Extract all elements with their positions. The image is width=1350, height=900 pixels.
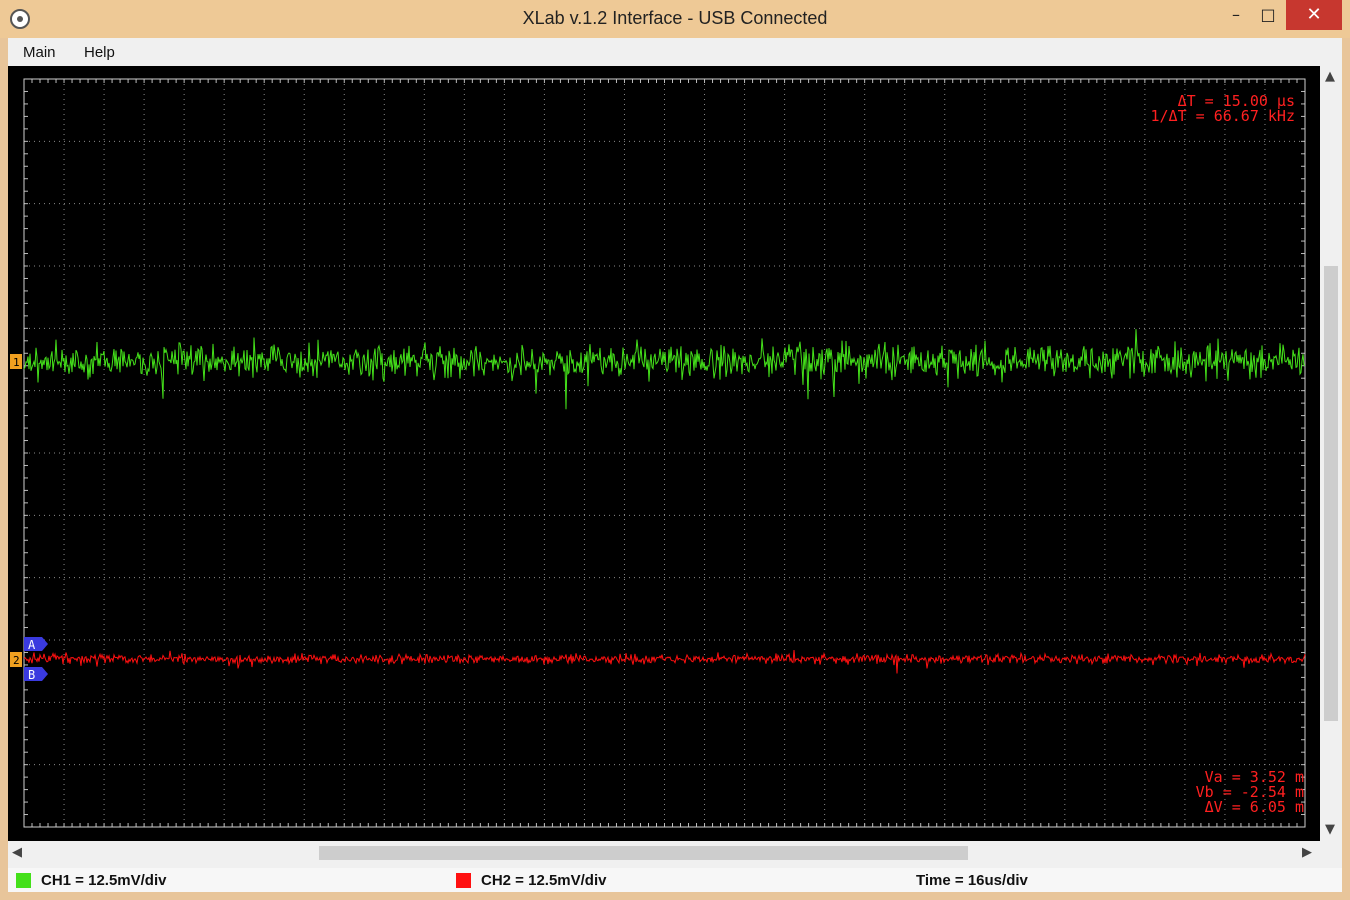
- client-area: Main Help 1 2 A B ΔT = 15.00 μs 1/ΔT = 6…: [8, 38, 1342, 892]
- svg-text:A: A: [28, 638, 36, 652]
- scroll-up-arrow-icon[interactable]: ▲: [1325, 69, 1335, 84]
- svg-text:2: 2: [13, 654, 20, 667]
- menu-bar: Main Help: [8, 38, 1342, 66]
- svg-text:1: 1: [13, 356, 20, 369]
- app-window: XLab v.1.2 Interface - USB Connected – □…: [0, 0, 1350, 900]
- scroll-left-arrow-icon[interactable]: ◀: [12, 845, 22, 860]
- ch2-marker[interactable]: 2: [10, 652, 22, 667]
- scope-grid: [23, 78, 1306, 828]
- menu-main[interactable]: Main: [23, 44, 56, 61]
- vertical-scrollbar[interactable]: ▲ ▼: [1320, 66, 1342, 841]
- delta-v-readout: ΔV = 6.05 m: [1205, 798, 1304, 816]
- ch2-color-swatch: [456, 873, 471, 888]
- oscilloscope-display[interactable]: 1 2 A B ΔT = 15.00 μs 1/ΔT = 66.67 kHz V…: [8, 66, 1320, 841]
- vertical-scroll-thumb[interactable]: [1324, 266, 1338, 721]
- svg-text:B: B: [28, 668, 35, 682]
- ch1-color-swatch: [16, 873, 31, 888]
- ch1-marker[interactable]: 1: [10, 354, 22, 369]
- scope-canvas[interactable]: 1 2 A B ΔT = 15.00 μs 1/ΔT = 66.67 kHz V…: [8, 66, 1320, 841]
- inverse-delta-t-readout: 1/ΔT = 66.67 kHz: [1151, 107, 1296, 125]
- voltage-readout: Va = 3.52 m Vb = -2.54 m ΔV = 6.05 m: [1196, 768, 1304, 816]
- horizontal-scrollbar[interactable]: ◀ ▶: [8, 841, 1320, 865]
- horizontal-scroll-thumb[interactable]: [319, 846, 968, 860]
- close-button[interactable]: ✕: [1286, 0, 1342, 30]
- maximize-button[interactable]: □: [1245, 0, 1291, 30]
- status-bar: CH1 = 12.5mV/div CH2 = 12.5mV/div Time =…: [8, 868, 1342, 892]
- scroll-down-arrow-icon[interactable]: ▼: [1325, 822, 1335, 837]
- scroll-right-arrow-icon[interactable]: ▶: [1302, 845, 1312, 860]
- cursor-a-marker[interactable]: A: [24, 637, 48, 652]
- window-title: XLab v.1.2 Interface - USB Connected: [522, 8, 828, 28]
- ch1-scale-status: CH1 = 12.5mV/div: [41, 872, 167, 889]
- title-bar[interactable]: XLab v.1.2 Interface - USB Connected – □…: [0, 0, 1350, 38]
- menu-help[interactable]: Help: [84, 44, 115, 61]
- ch2-scale-status: CH2 = 12.5mV/div: [481, 872, 607, 889]
- time-readout: ΔT = 15.00 μs 1/ΔT = 66.67 kHz: [1151, 92, 1296, 125]
- cursor-b-marker[interactable]: B: [24, 667, 48, 682]
- time-scale-status: Time = 16us/div: [916, 872, 1028, 889]
